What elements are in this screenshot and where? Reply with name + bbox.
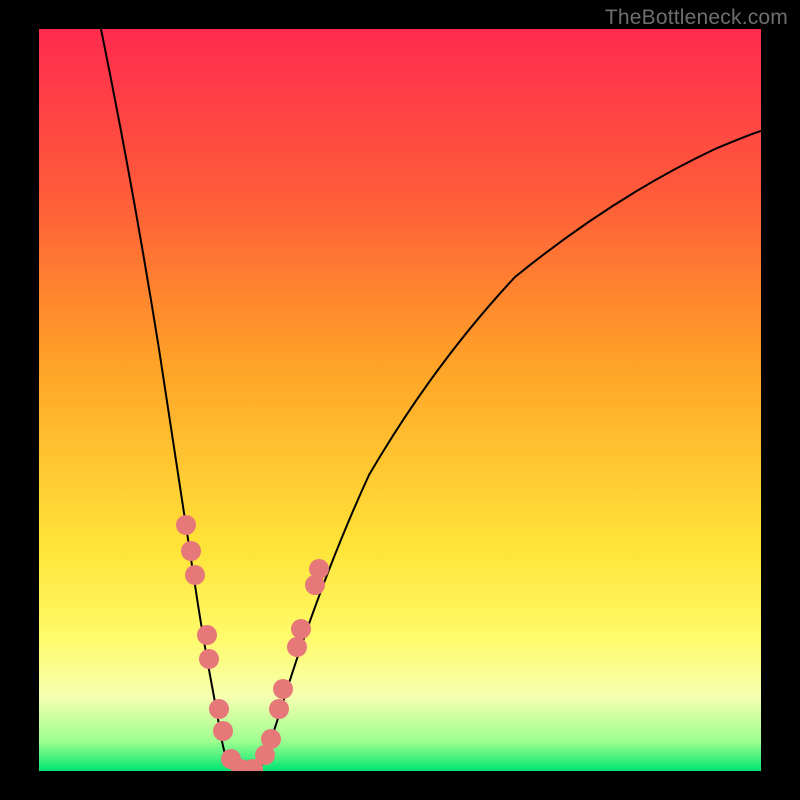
marker-dot: [199, 649, 219, 669]
marker-group: [176, 515, 329, 771]
watermark-text: TheBottleneck.com: [605, 6, 788, 30]
marker-dot: [181, 541, 201, 561]
marker-dot: [291, 619, 311, 639]
marker-dot: [269, 699, 289, 719]
marker-dot: [213, 721, 233, 741]
chart-svg: [39, 29, 761, 771]
v-curve-right: [259, 131, 761, 771]
marker-dot: [287, 637, 307, 657]
marker-dot: [261, 729, 281, 749]
marker-dot: [176, 515, 196, 535]
chart-plot-area: [39, 29, 761, 771]
marker-dot: [197, 625, 217, 645]
chart-frame: TheBottleneck.com: [0, 0, 800, 800]
marker-dot: [185, 565, 205, 585]
marker-dot: [273, 679, 293, 699]
marker-dot: [309, 559, 329, 579]
marker-dot: [209, 699, 229, 719]
